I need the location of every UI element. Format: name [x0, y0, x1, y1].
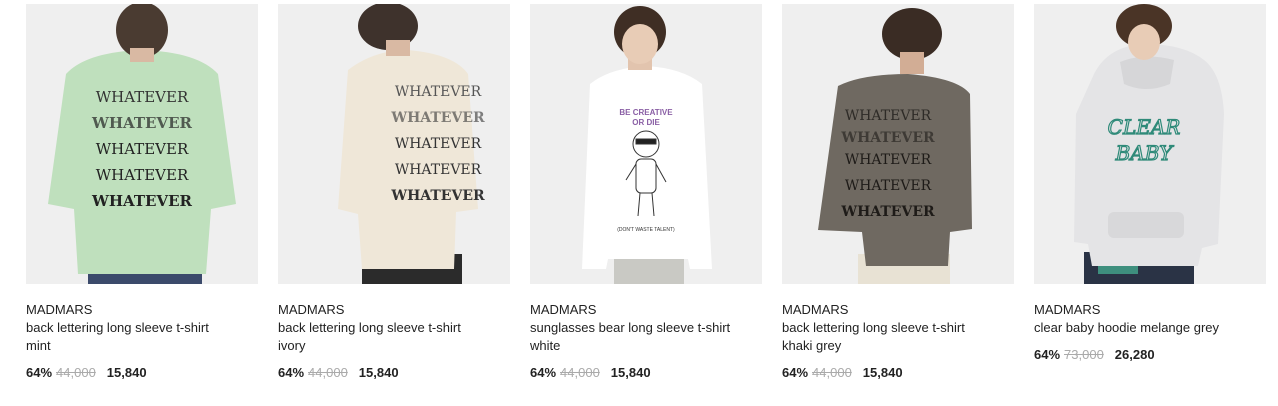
product-brand: MADMARS — [1034, 302, 1101, 317]
product-color-line: white — [530, 338, 561, 353]
product-title[interactable]: clear baby hoodie melange grey — [1034, 319, 1266, 337]
price-row: 64% 73,000 26,280 — [1034, 346, 1266, 364]
product-card[interactable]: WHATEVER WHATEVER WHATEVER WHATEVER WHAT… — [26, 4, 258, 382]
sale-price: 15,840 — [610, 365, 651, 380]
sale-price: 15,840 — [358, 365, 399, 380]
print-line: WHATEVER — [845, 178, 932, 194]
print-line: WHATEVER — [390, 188, 485, 204]
product-image[interactable]: BE CREATIVE OR DIE (DON'T WASTE TALENT) — [530, 4, 762, 284]
product-card[interactable]: CLEAR BABY MADMARS clear baby hoodie mel… — [1034, 4, 1266, 382]
print-line: BE CREATIVE — [619, 108, 673, 117]
discount-rate: 64% — [278, 365, 305, 380]
product-card[interactable]: BE CREATIVE OR DIE (DON'T WASTE TALENT) … — [530, 4, 762, 382]
product-color-line: khaki grey — [782, 338, 842, 353]
product-title[interactable]: back lettering long sleeve t-shirt khaki… — [782, 319, 1014, 355]
product-image[interactable]: WHATEVER WHATEVER WHATEVER WHATEVER WHAT… — [26, 4, 258, 284]
product-title-line: back lettering long sleeve t-shirt — [782, 320, 965, 335]
product-image[interactable]: WHATEVER WHATEVER WHATEVER WHATEVER WHAT… — [782, 4, 1014, 284]
print-line: WHATEVER — [91, 114, 193, 132]
print-line: WHATEVER — [845, 152, 932, 168]
print-line: WHATEVER — [395, 84, 482, 100]
product-title-line: sunglasses bear long sleeve t-shirt — [530, 320, 731, 335]
product-color-line: mint — [26, 338, 51, 353]
price-row: 64% 44,000 15,840 — [278, 364, 510, 382]
discount-rate: 64% — [782, 365, 809, 380]
print-line: WHATEVER — [840, 204, 935, 220]
print-line: WHATEVER — [395, 136, 482, 152]
product-brand: MADMARS — [782, 302, 849, 317]
print-line: WHATEVER — [96, 140, 189, 158]
sale-price: 15,840 — [106, 365, 147, 380]
product-title[interactable]: back lettering long sleeve t-shirt ivory — [278, 319, 510, 355]
product-card[interactable]: WHATEVER WHATEVER WHATEVER WHATEVER WHAT… — [782, 4, 1014, 382]
print-line: CLEAR — [1108, 115, 1181, 139]
print-line: WHATEVER — [840, 130, 935, 146]
price-row: 64% 44,000 15,840 — [782, 364, 1014, 382]
discount-rate: 64% — [26, 365, 53, 380]
product-title-line: back lettering long sleeve t-shirt — [26, 320, 209, 335]
discount-rate: 64% — [1034, 347, 1061, 362]
price-row: 64% 44,000 15,840 — [26, 364, 258, 382]
sale-price: 26,280 — [1114, 347, 1155, 362]
original-price: 73,000 — [1064, 347, 1104, 362]
print-line: OR DIE — [632, 118, 660, 127]
print-line: WHATEVER — [845, 108, 932, 124]
print-line: (DON'T WASTE TALENT) — [617, 227, 675, 233]
print-line: WHATEVER — [91, 192, 193, 210]
print-line: BABY — [1115, 141, 1174, 165]
original-price: 44,000 — [812, 365, 852, 380]
product-card[interactable]: WHATEVER WHATEVER WHATEVER WHATEVER WHAT… — [278, 4, 510, 382]
product-grid: WHATEVER WHATEVER WHATEVER WHATEVER WHAT… — [26, 4, 1266, 382]
print-line: WHATEVER — [96, 88, 189, 106]
print-line: WHATEVER — [96, 166, 189, 184]
original-price: 44,000 — [308, 365, 348, 380]
product-brand: MADMARS — [26, 302, 93, 317]
product-brand: MADMARS — [278, 302, 345, 317]
product-brand: MADMARS — [530, 302, 597, 317]
print-line: WHATEVER — [395, 162, 482, 178]
original-price: 44,000 — [560, 365, 600, 380]
original-price: 44,000 — [56, 365, 96, 380]
product-title-line: back lettering long sleeve t-shirt — [278, 320, 461, 335]
discount-rate: 64% — [530, 365, 557, 380]
product-color-line: ivory — [278, 338, 306, 353]
product-image[interactable]: WHATEVER WHATEVER WHATEVER WHATEVER WHAT… — [278, 4, 510, 284]
print-line: WHATEVER — [390, 110, 485, 126]
product-image[interactable]: CLEAR BABY — [1034, 4, 1266, 284]
product-title[interactable]: back lettering long sleeve t-shirt mint — [26, 319, 258, 355]
price-row: 64% 44,000 15,840 — [530, 364, 762, 382]
product-title[interactable]: sunglasses bear long sleeve t-shirt whit… — [530, 319, 762, 355]
sale-price: 15,840 — [862, 365, 903, 380]
product-title-line: clear baby hoodie melange grey — [1034, 320, 1220, 335]
